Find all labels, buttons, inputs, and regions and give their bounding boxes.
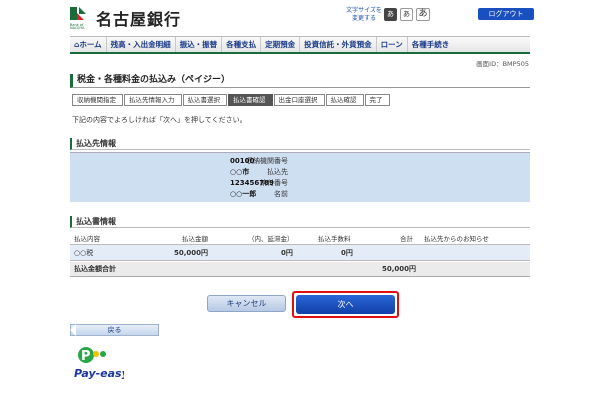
progress-steps: 収納機関指定 払込先情報入力 払込書選択 払込書確認 出金口座選択 払込確認 完…	[72, 94, 391, 106]
step-3: 払込書選択	[182, 94, 227, 106]
payeasy-logo: P Pay-easy	[74, 347, 124, 380]
step-2: 払込先情報入力	[124, 94, 182, 106]
nav-time-deposit[interactable]: 定期預金	[261, 37, 301, 52]
payee-section-title: 払込先情報	[70, 138, 530, 150]
step-1: 収納機関指定	[72, 94, 123, 106]
logout-button[interactable]: ログアウト	[478, 8, 534, 20]
global-nav: ⌂ホーム 残高・入出金明細 振込・振替 各種支払 定期預金 投資信託・外貨預金 …	[70, 36, 530, 54]
nav-home[interactable]: ⌂ホーム	[70, 37, 107, 52]
bank-logo[interactable]: Bank of NAGOYA 名古屋銀行	[70, 6, 181, 30]
fontsize-small-button[interactable]: あ	[384, 8, 397, 21]
nav-transfer[interactable]: 振込・振替	[176, 37, 223, 52]
payee-row: 収納機関番号 00100	[230, 157, 288, 165]
bank-mark-icon: Bank of NAGOYA	[70, 7, 86, 29]
payee-info-box: 収納機関番号 00100 払込先 ○○市 納付番号 123456789 名前 ○…	[70, 152, 530, 202]
nav-loan[interactable]: ローン	[377, 37, 408, 52]
svg-text:NAGOYA: NAGOYA	[70, 26, 85, 29]
next-button[interactable]: 次へ	[296, 295, 395, 314]
nav-investment[interactable]: 投資信託・外貨預金	[300, 37, 377, 52]
fontsize-medium-button[interactable]: あ	[400, 8, 413, 21]
invoice-table-header: 払込内容 払込金額 （内、延滞金） 払込手数料 合計 払込先からのお知らせ	[70, 233, 530, 245]
step-7: 完了	[364, 94, 390, 106]
payee-row: 納付番号 123456789	[230, 179, 288, 187]
step-6: 払込確認	[325, 94, 364, 106]
nav-balance[interactable]: 残高・入出金明細	[107, 37, 176, 52]
step-4-current: 払込書確認	[228, 94, 273, 106]
bank-name: 名古屋銀行	[96, 10, 182, 29]
back-button[interactable]: 戻る	[70, 324, 159, 336]
invoice-total-row: 払込金額合計 50,000円	[70, 262, 530, 277]
nav-payments[interactable]: 各種支払	[222, 37, 262, 52]
svg-text:Pay-easy: Pay-easy	[74, 367, 124, 380]
cancel-button[interactable]: キャンセル	[207, 295, 286, 312]
screen-id: 画面ID：BMP505	[476, 60, 529, 68]
step-5: 出金口座選択	[273, 94, 325, 106]
invoice-section-title: 払込書情報	[70, 216, 530, 228]
svg-text:P: P	[81, 349, 91, 364]
payee-row: 払込先 ○○市	[230, 168, 288, 176]
header: Bank of NAGOYA 名古屋銀行 文字サイズを 変更する あ あ あ ロ…	[0, 0, 600, 36]
instruction-text: 下記の内容でよろしければ「次へ」を押してください。	[72, 116, 247, 124]
fontsize-label: 文字サイズを 変更する	[346, 7, 382, 22]
fontsize-large-button[interactable]: あ	[416, 8, 430, 21]
table-row: ○○税 50,000円 0円 0円	[70, 245, 530, 261]
nav-procedures[interactable]: 各種手続き	[408, 37, 454, 52]
payee-row: 名前 ○○一郎	[230, 190, 288, 198]
page-title: 税金・各種料金の払込み（ペイジー）	[70, 74, 530, 88]
